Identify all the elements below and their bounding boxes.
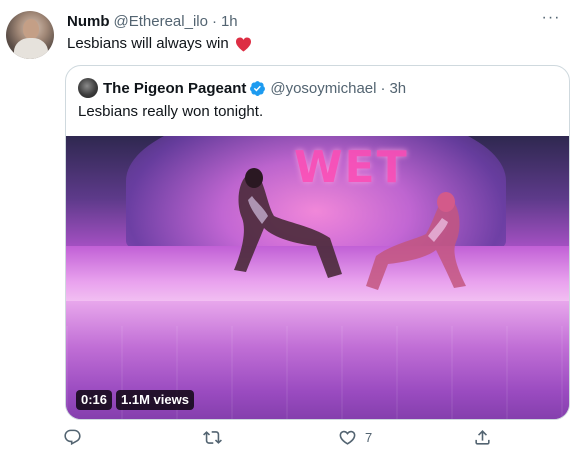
quoted-tweet[interactable]: The Pigeon Pageant @yosoymichael · 3h Le…: [65, 65, 570, 420]
separator-dot: ·: [211, 12, 217, 30]
verified-badge-icon: [250, 80, 266, 96]
author-handle[interactable]: @Ethereal_ilo: [114, 13, 208, 30]
video-views-badge: 1.1M views: [116, 390, 194, 410]
reply-icon: [64, 429, 81, 446]
video-performer-left: [234, 168, 342, 278]
tweet[interactable]: Numb @Ethereal_ilo · 1h ··· Lesbians wil…: [0, 0, 577, 453]
reply-button[interactable]: [63, 428, 82, 447]
quoted-author-name: The Pigeon Pageant: [103, 79, 247, 97]
quoted-tweet-text: Lesbians really won tonight.: [78, 103, 264, 120]
retweet-button[interactable]: [203, 428, 222, 447]
tweet-text: Lesbians will always win: [67, 34, 252, 54]
video-performer-right: [366, 192, 466, 290]
video-overlay-badges: 0:16 1.1M views: [76, 390, 194, 410]
tweet-actions-bar: 7: [58, 428, 563, 452]
more-options-icon[interactable]: ···: [539, 8, 563, 28]
author-name[interactable]: Numb: [67, 13, 110, 30]
tweet-text-content: Lesbians will always win: [67, 35, 229, 52]
quoted-separator-dot: ·: [380, 79, 386, 97]
heart-outline-icon: [339, 430, 356, 445]
retweet-icon: [203, 431, 222, 444]
quoted-avatar: [78, 78, 98, 98]
red-heart-emoji-icon: [235, 36, 251, 52]
video-player[interactable]: WET 0:16 1.1M views: [66, 136, 569, 419]
quoted-author-handle: @yosoymichael: [270, 79, 377, 97]
tweet-header: Numb @Ethereal_ilo · 1h: [67, 11, 238, 31]
avatar-head: [23, 19, 39, 39]
quoted-tweet-time: 3h: [389, 79, 407, 97]
like-button[interactable]: 7: [338, 428, 372, 447]
share-button[interactable]: [473, 428, 492, 447]
share-icon: [475, 430, 490, 445]
tweet-time[interactable]: 1h: [221, 13, 238, 30]
avatar[interactable]: [6, 11, 54, 59]
avatar-body: [14, 38, 48, 59]
like-count: 7: [365, 430, 373, 445]
video-duration-badge: 0:16: [76, 390, 113, 410]
quoted-tweet-header: The Pigeon Pageant @yosoymichael · 3h: [78, 78, 406, 98]
